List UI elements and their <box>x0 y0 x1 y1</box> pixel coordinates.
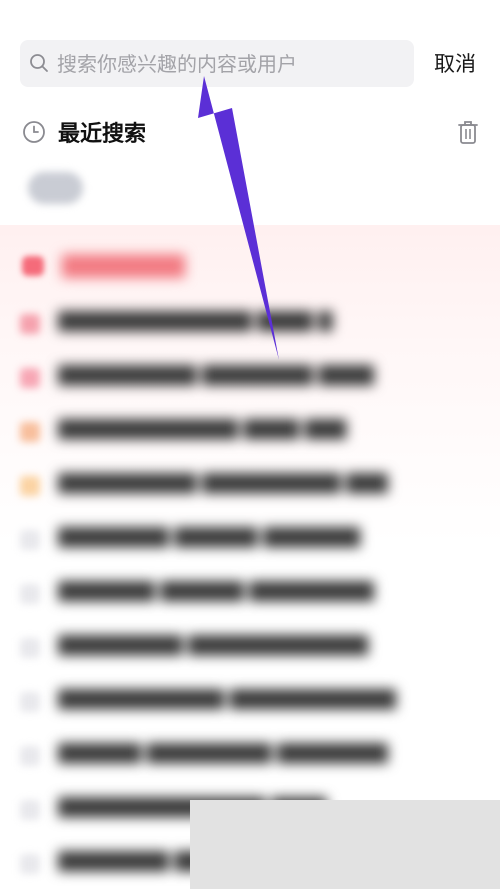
hot-topic-text: ██████████ ████████ ████ <box>58 365 374 386</box>
hot-search-header: ████████ <box>62 254 186 278</box>
hot-search-item[interactable]: █████████ █████████████ <box>0 624 500 678</box>
search-input[interactable] <box>57 40 397 87</box>
hot-topic-text: █████████ █████████████ <box>58 635 369 656</box>
hot-search-item[interactable]: ████████████ ████████████ <box>0 678 500 732</box>
hot-topic-text: █████████████ ████ ███ <box>58 419 347 440</box>
trash-icon[interactable] <box>456 118 480 146</box>
hot-topic-text: ████████████ ████████████ <box>58 689 396 710</box>
clock-icon <box>23 121 45 143</box>
hot-search-item[interactable]: ████████ ██████ ███████ <box>0 516 500 570</box>
hot-rank-badge <box>20 422 40 442</box>
hot-rank-badge <box>20 368 40 388</box>
recent-search-title: 最近搜索 <box>58 122 147 147</box>
hot-rank-badge <box>20 692 40 712</box>
hot-search-item[interactable]: █████████████ ████ ███ <box>0 408 500 462</box>
hot-topic-text: ██████████████ ████ █ <box>58 311 333 332</box>
hot-rank-badge <box>20 854 40 874</box>
hot-search-item[interactable]: ██████████ ████████ ████ <box>0 354 500 408</box>
hot-rank-badge <box>20 638 40 658</box>
hot-rank-badge <box>20 314 40 334</box>
hot-search-item[interactable]: ██████████ ██████████ ███ <box>0 462 500 516</box>
hot-rank-badge <box>20 530 40 550</box>
search-icon <box>30 54 48 72</box>
hot-rank-badge <box>20 746 40 766</box>
hot-topic-text: ████████ ██████ ███████ <box>58 527 361 548</box>
hot-search-item[interactable]: ███████ ██████ █████████ <box>0 570 500 624</box>
hot-topic-text: ███████ ██████ █████████ <box>58 581 374 602</box>
hot-rank-badge <box>20 800 40 820</box>
search-bar[interactable] <box>20 40 414 87</box>
gray-overlay-block <box>190 800 500 889</box>
hot-search-item[interactable]: ██████ █████████ ████████ <box>0 732 500 786</box>
cancel-button[interactable]: 取消 <box>434 48 476 78</box>
hot-topic-text: ██████ █████████ ████████ <box>58 743 388 764</box>
hot-rank-badge <box>20 584 40 604</box>
hot-topic-text: ██████████ ██████████ ███ <box>58 473 388 494</box>
hot-rank-badge <box>20 476 40 496</box>
hot-search-item[interactable]: ██████████████ ████ █ <box>0 300 500 354</box>
history-chip[interactable] <box>28 172 83 204</box>
hot-badge-icon <box>22 256 44 276</box>
